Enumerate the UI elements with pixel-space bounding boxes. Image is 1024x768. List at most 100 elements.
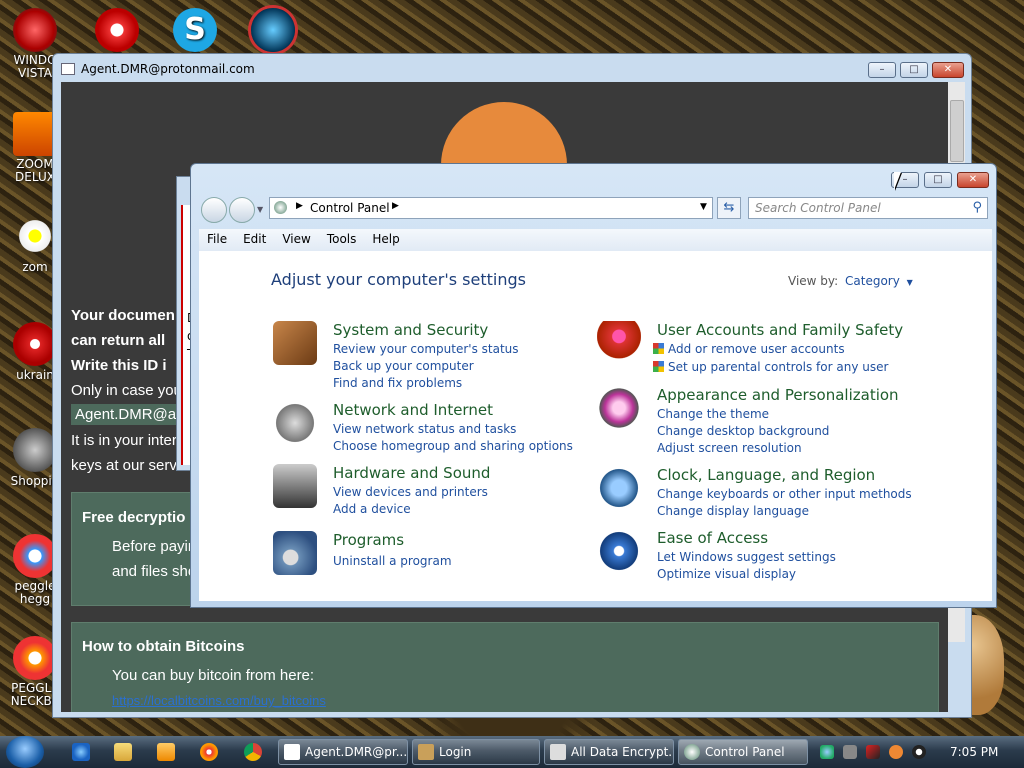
category-title[interactable]: Hardware and Sound	[333, 464, 490, 482]
user-accounts-icon	[597, 321, 641, 365]
address-dropdown-icon[interactable]: ▼	[700, 202, 707, 212]
chrome-icon[interactable]	[244, 743, 262, 761]
tray-icon[interactable]	[912, 745, 926, 759]
control-panel-window[interactable]: – □ ✕ ▼ ▶ Control Panel ▶ ▼ ⇆ Search Con…	[190, 163, 997, 608]
programs-icon	[273, 531, 317, 575]
media-player-icon[interactable]	[157, 743, 175, 761]
taskbar-button-login[interactable]: Login	[412, 739, 540, 765]
peggle-icon	[95, 8, 139, 52]
category-link[interactable]: Let Windows suggest settings	[657, 550, 836, 564]
desktop-icon-skype[interactable]: S	[160, 8, 230, 54]
network-tray-icon[interactable]	[820, 745, 834, 759]
category-title[interactable]: Programs	[333, 531, 404, 549]
history-dropdown-icon[interactable]: ▼	[257, 205, 263, 214]
back-button[interactable]	[201, 197, 227, 223]
flower-icon	[13, 214, 57, 258]
category-link[interactable]: View network status and tasks	[333, 422, 516, 436]
taskbar-clock[interactable]: 7:05 PM	[950, 745, 998, 759]
ransom-line-4: Only in case you	[71, 382, 182, 399]
taskbar-button-label: Agent.DMR@pr...	[305, 745, 408, 759]
control-panel-titlebar[interactable]: – □ ✕	[191, 164, 996, 192]
category-link[interactable]: Change keyboards or other input methods	[657, 487, 912, 501]
category-link[interactable]: Find and fix problems	[333, 376, 462, 390]
category-link[interactable]: Change desktop background	[657, 424, 829, 438]
category-link[interactable]: Add a device	[333, 502, 411, 516]
category-link[interactable]: View devices and printers	[333, 485, 488, 499]
forward-button[interactable]	[229, 197, 255, 223]
shield-icon	[653, 361, 664, 372]
category-title[interactable]: Clock, Language, and Region	[657, 466, 875, 484]
tray-icon[interactable]	[866, 745, 880, 759]
search-placeholder: Search Control Panel	[755, 201, 881, 215]
maximize-button[interactable]: □	[900, 62, 928, 78]
windows-vista-icon	[13, 8, 57, 52]
breadcrumb[interactable]: Control Panel	[310, 201, 390, 215]
category-link[interactable]: Back up your computer	[333, 359, 474, 373]
ransom-line-5: It is in your inter	[71, 432, 177, 449]
tray-icon[interactable]	[843, 745, 857, 759]
minimize-button[interactable]: –	[868, 62, 896, 78]
obtain-bitcoins-box: How to obtain Bitcoins You can buy bitco…	[71, 622, 939, 712]
menu-edit[interactable]: Edit	[235, 229, 274, 246]
category-title[interactable]: System and Security	[333, 321, 488, 339]
shield-icon	[653, 343, 664, 354]
address-bar[interactable]: ▶ Control Panel ▶ ▼	[269, 197, 713, 219]
desktop-icon-globe[interactable]	[238, 8, 308, 54]
category-title[interactable]: Network and Internet	[333, 401, 493, 419]
refresh-button[interactable]: ⇆	[717, 197, 741, 219]
chevron-down-icon: ▼	[906, 278, 913, 287]
taskbar-button-control-panel[interactable]: Control Panel	[678, 739, 808, 765]
taskbar-button-label: Control Panel	[705, 745, 785, 759]
window-icon	[61, 63, 75, 75]
internet-explorer-icon[interactable]	[72, 743, 90, 761]
desktop-icon-p[interactable]	[82, 8, 152, 54]
bitcoin-link[interactable]: https://localbitcoins.com/buy_bitcoins	[112, 693, 326, 708]
menu-file[interactable]: File	[199, 229, 235, 246]
taskbar-button-ransom[interactable]: Agent.DMR@pr...	[278, 739, 408, 765]
free-decryption-text-2: and files sho	[112, 563, 197, 580]
flash-icon	[13, 428, 57, 472]
category-link[interactable]: Change display language	[657, 504, 809, 518]
taskbar-button-encrypted[interactable]: All Data Encrypt...	[544, 739, 674, 765]
search-input[interactable]: Search Control Panel ⚲	[748, 197, 988, 219]
view-by-label: View by:	[788, 274, 839, 288]
start-button[interactable]	[6, 736, 44, 768]
folder-icon[interactable]	[114, 743, 132, 761]
app-icon[interactable]	[200, 743, 218, 761]
category-link[interactable]: Uninstall a program	[333, 554, 452, 568]
free-decryption-text-1: Before payin	[112, 538, 197, 555]
close-button[interactable]: ✕	[957, 172, 989, 188]
category-link[interactable]: Review your computer's status	[333, 342, 519, 356]
window-icon	[550, 744, 566, 760]
menu-help[interactable]: Help	[364, 229, 407, 246]
ransom-titlebar[interactable]: Agent.DMR@protonmail.com – □ ✕	[53, 54, 971, 82]
category-link[interactable]: Add or remove user accounts	[653, 342, 845, 356]
category-title[interactable]: User Accounts and Family Safety	[657, 321, 903, 339]
ransom-email-box[interactable]: Agent.DMR@ac	[71, 404, 189, 425]
category-link[interactable]: Adjust screen resolution	[657, 441, 802, 455]
menu-view[interactable]: View	[274, 229, 318, 246]
category-title[interactable]: Ease of Access	[657, 529, 768, 547]
taskbar: Agent.DMR@pr... Login All Data Encrypt..…	[0, 736, 1024, 768]
category-link[interactable]: Change the theme	[657, 407, 769, 421]
close-button[interactable]: ✕	[932, 62, 964, 78]
maximize-button[interactable]: □	[924, 172, 952, 188]
scrollbar-thumb[interactable]	[950, 100, 964, 162]
category-title[interactable]: Appearance and Personalization	[657, 386, 899, 404]
breadcrumb-separator-icon[interactable]: ▶	[296, 201, 303, 211]
category-link[interactable]: Set up parental controls for any user	[653, 360, 888, 374]
search-icon[interactable]: ⚲	[972, 200, 982, 215]
category-link[interactable]: Optimize visual display	[657, 567, 796, 581]
zuma-deluxe-icon	[13, 112, 57, 156]
tray-icon[interactable]	[889, 745, 903, 759]
appearance-icon	[597, 386, 641, 430]
control-panel-body: Adjust your computer's settings View by:…	[199, 251, 992, 601]
breadcrumb-arrow-icon[interactable]: ▶	[392, 201, 399, 211]
skype-icon: S	[173, 8, 217, 52]
view-by-dropdown[interactable]: Category ▼	[845, 274, 913, 288]
mouse-cursor-icon	[894, 172, 901, 190]
free-decryption-heading: Free decryptio	[82, 509, 186, 526]
clock-icon	[597, 466, 641, 510]
menu-tools[interactable]: Tools	[319, 229, 365, 246]
category-link[interactable]: Choose homegroup and sharing options	[333, 439, 573, 453]
